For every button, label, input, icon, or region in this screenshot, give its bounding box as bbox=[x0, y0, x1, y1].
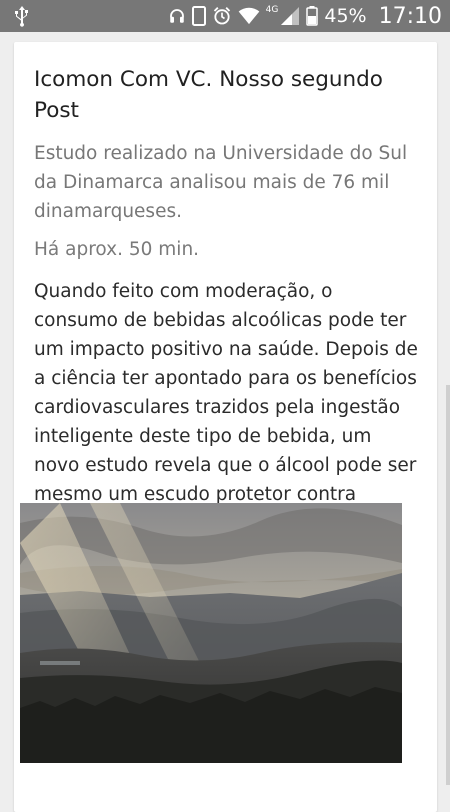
landscape-photo bbox=[20, 503, 402, 763]
scrollbar[interactable] bbox=[446, 385, 450, 785]
usb-icon bbox=[15, 6, 28, 27]
status-bar: 4G 45% 17:10 bbox=[0, 0, 450, 32]
wifi-icon bbox=[238, 7, 260, 25]
headset-icon bbox=[169, 9, 184, 23]
post-subtitle: Estudo realizado na Universidade do Sul … bbox=[34, 143, 408, 222]
battery-percent: 45% bbox=[324, 5, 367, 27]
post-body: Quando feito com moderação, o consumo de… bbox=[34, 281, 418, 505]
phone-icon bbox=[191, 6, 206, 26]
post-timestamp: Há aprox. 50 min. bbox=[34, 239, 200, 260]
status-icons: 4G 45% 17:10 bbox=[168, 0, 442, 32]
battery-icon bbox=[306, 6, 319, 26]
network-type-label: 4G bbox=[265, 5, 279, 15]
post-image[interactable] bbox=[20, 503, 402, 763]
clock: 17:10 bbox=[378, 3, 442, 29]
alarm-icon bbox=[213, 7, 230, 25]
post-title: Icomon Com VC. Nosso segundo Post bbox=[34, 67, 383, 123]
signal-icon bbox=[281, 7, 300, 25]
